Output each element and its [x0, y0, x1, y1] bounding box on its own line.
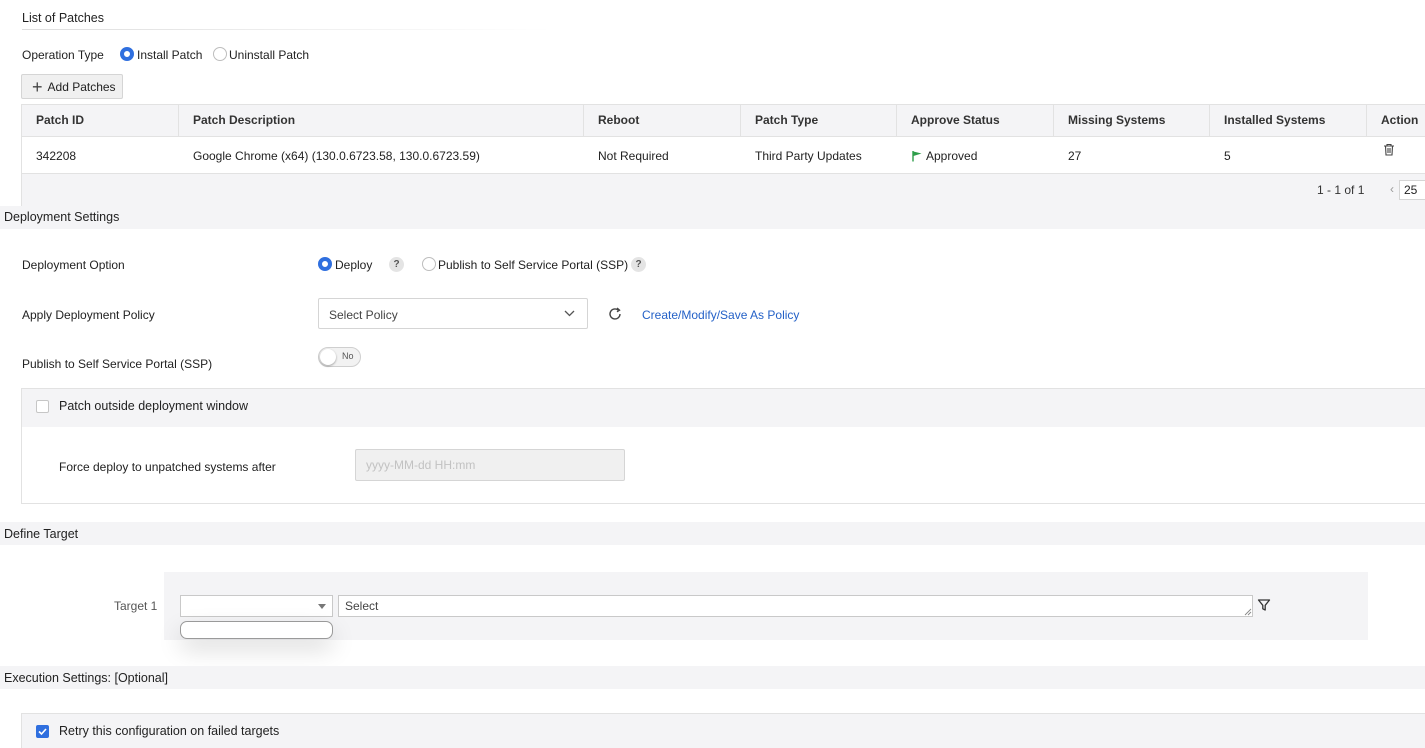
- publish-ssp-radio[interactable]: [422, 257, 436, 271]
- deployment-window-panel-header: Patch outside deployment window: [22, 389, 1425, 427]
- target-select-input[interactable]: Select: [338, 595, 1253, 617]
- target-type-dropdown[interactable]: [180, 621, 333, 639]
- column-header-installed-systems[interactable]: Installed Systems: [1210, 105, 1367, 137]
- force-deploy-label: Force deploy to unpatched systems after: [59, 460, 276, 474]
- add-patches-button[interactable]: + Add Patches: [21, 74, 123, 99]
- list-of-patches-title: List of Patches: [22, 11, 104, 25]
- trash-icon[interactable]: [1383, 143, 1395, 156]
- column-header-action: Action: [1381, 113, 1419, 127]
- target-type-combo[interactable]: [180, 595, 333, 617]
- policy-select-placeholder: Select Policy: [329, 308, 398, 322]
- define-target-title: Define Target: [4, 527, 79, 541]
- page-size-value: 25: [1404, 183, 1418, 197]
- cell-action: [1367, 138, 1395, 174]
- section-divider: [22, 29, 552, 30]
- execution-settings-title: Execution Settings: [Optional]: [4, 671, 168, 685]
- ssp-toggle[interactable]: No: [318, 347, 361, 367]
- cell-missing-systems[interactable]: 27: [1054, 138, 1081, 174]
- column-header-reboot[interactable]: Reboot: [584, 105, 741, 137]
- define-target-header: Define Target: [0, 522, 1425, 545]
- pagination-info: 1 - 1 of 1: [1317, 183, 1365, 197]
- install-patch-label[interactable]: Install Patch: [137, 48, 202, 62]
- install-patch-radio[interactable]: [120, 47, 134, 61]
- cell-patch-type: Third Party Updates: [755, 149, 862, 163]
- cell-patch-id: 342208: [36, 149, 77, 163]
- deployment-settings-header: Deployment Settings: [0, 206, 1425, 229]
- apply-policy-label: Apply Deployment Policy: [22, 308, 155, 322]
- resize-grip-icon[interactable]: [1244, 608, 1252, 616]
- column-header-approve-status[interactable]: Approve Status: [897, 105, 1054, 137]
- deployment-settings-title: Deployment Settings: [4, 210, 120, 224]
- toggle-state-text: No: [342, 351, 354, 361]
- retry-label[interactable]: Retry this configuration on failed targe…: [59, 724, 279, 738]
- publish-ssp-help-icon[interactable]: ?: [631, 257, 646, 272]
- cell-installed-systems[interactable]: 5: [1210, 138, 1231, 174]
- toggle-knob: [320, 349, 336, 365]
- deploy-radio[interactable]: [318, 257, 332, 271]
- patch-outside-window-label[interactable]: Patch outside deployment window: [59, 399, 248, 413]
- deployment-window-panel: Patch outside deployment window Force de…: [21, 388, 1425, 504]
- column-header-patch-description[interactable]: Patch Description: [179, 105, 584, 137]
- cell-approve-status: Approved: [897, 138, 977, 174]
- refresh-icon[interactable]: [607, 306, 623, 322]
- checkmark-icon: [38, 728, 47, 736]
- execution-settings-header: Execution Settings: [Optional]: [0, 666, 1425, 689]
- table-header: Patch ID Patch Description Reboot Patch …: [22, 105, 1425, 137]
- operation-type-label: Operation Type: [22, 48, 104, 62]
- approve-status-text: Approved: [926, 149, 978, 163]
- add-patches-label: Add Patches: [47, 79, 116, 94]
- retry-checkbox[interactable]: [36, 725, 49, 738]
- filter-icon[interactable]: [1257, 598, 1271, 612]
- previous-page-icon[interactable]: ‹: [1385, 182, 1399, 198]
- deployment-option-label: Deployment Option: [22, 258, 125, 272]
- column-header-patch-type[interactable]: Patch Type: [741, 105, 897, 137]
- patch-table: Patch ID Patch Description Reboot Patch …: [21, 104, 1425, 206]
- deploy-help-icon[interactable]: ?: [389, 257, 404, 272]
- cell-patch-description: Google Chrome (x64) (130.0.6723.58, 130.…: [193, 149, 480, 163]
- deploy-label[interactable]: Deploy: [335, 258, 372, 272]
- cell-reboot: Not Required: [598, 149, 669, 163]
- create-modify-policy-link[interactable]: Create/Modify/Save As Policy: [642, 308, 799, 322]
- policy-select[interactable]: Select Policy: [318, 298, 588, 329]
- ssp-publish-label: Publish to Self Service Portal (SSP): [22, 357, 213, 371]
- column-header-missing-systems[interactable]: Missing Systems: [1054, 105, 1210, 137]
- target-1-label: Target 1: [114, 599, 158, 613]
- uninstall-patch-radio[interactable]: [213, 47, 227, 61]
- plus-icon: +: [32, 76, 43, 97]
- patch-outside-window-checkbox[interactable]: [36, 400, 49, 413]
- page-size-select[interactable]: 25: [1399, 180, 1425, 200]
- retry-panel: Retry this configuration on failed targe…: [21, 713, 1425, 748]
- column-header-patch-id[interactable]: Patch ID: [22, 105, 179, 137]
- publish-ssp-label[interactable]: Publish to Self Service Portal (SSP): [438, 258, 628, 272]
- force-deploy-datetime-input[interactable]: yyyy-MM-dd HH:mm: [355, 449, 625, 481]
- uninstall-patch-label[interactable]: Uninstall Patch: [229, 48, 309, 62]
- approved-flag-icon: [912, 151, 922, 162]
- chevron-down-icon: [564, 310, 575, 317]
- caret-down-icon: [318, 604, 326, 609]
- table-footer: 1 - 1 of 1 ‹ 25: [22, 173, 1425, 206]
